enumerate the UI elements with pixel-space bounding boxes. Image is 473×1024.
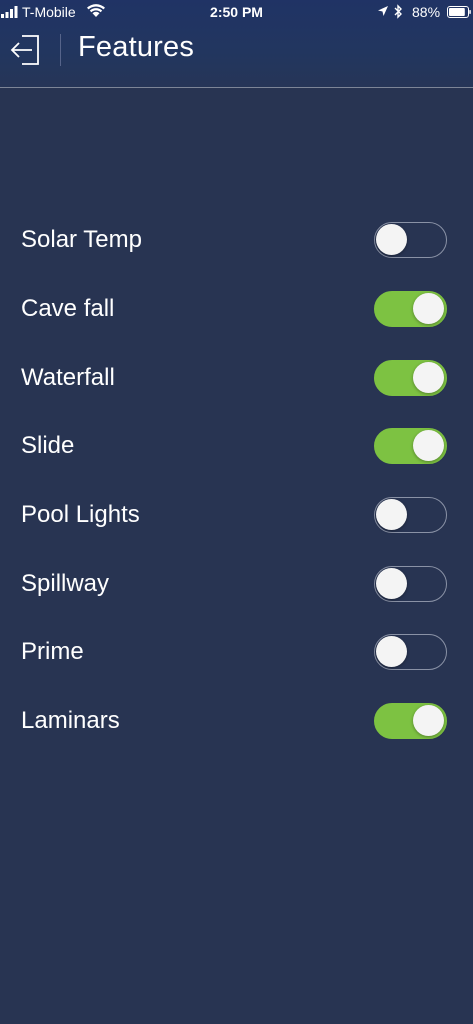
feature-row: Pool Lights <box>0 481 473 550</box>
toggle-knob <box>376 636 407 668</box>
feature-row: Slide <box>0 412 473 481</box>
page-title: Features <box>78 31 195 63</box>
feature-row: Laminars <box>0 687 473 756</box>
toggle-knob <box>376 224 407 256</box>
feature-label: Pool Lights <box>21 501 140 529</box>
battery-icon <box>447 6 471 18</box>
feature-label: Spillway <box>21 569 110 597</box>
feature-toggle[interactable] <box>374 359 447 396</box>
feature-toggle[interactable] <box>374 497 447 534</box>
feature-label: Slide <box>21 432 75 460</box>
feature-label: Laminars <box>21 707 120 735</box>
feature-label: Waterfall <box>21 363 115 391</box>
toggle-knob <box>376 499 407 531</box>
toggle-knob <box>413 430 444 462</box>
feature-row: Prime <box>0 618 473 687</box>
feature-row: Cave fall <box>0 275 473 344</box>
toggle-knob <box>413 361 444 393</box>
bluetooth-icon <box>394 4 402 19</box>
battery-percent: 88% <box>412 4 441 20</box>
header-divider <box>60 34 61 66</box>
toggle-knob <box>376 567 407 599</box>
feature-toggle[interactable] <box>374 634 447 671</box>
feature-toggle[interactable] <box>374 565 447 602</box>
exit-arrow-icon <box>10 35 39 65</box>
status-bar: T-Mobile 2:50 PM 88% <box>0 0 473 24</box>
feature-row: Solar Temp <box>0 206 473 275</box>
feature-label: Solar Temp <box>21 226 142 254</box>
toggle-knob <box>413 705 444 737</box>
feature-label: Prime <box>21 638 84 666</box>
features-list: Solar Temp Cave fall Waterfall Slide Pool Li… <box>0 206 473 756</box>
feature-toggle[interactable] <box>374 703 447 740</box>
app-header: T-Mobile 2:50 PM 88% Features <box>0 0 473 88</box>
feature-row: Spillway <box>0 549 473 618</box>
feature-toggle[interactable] <box>374 428 447 465</box>
feature-label: Cave fall <box>21 295 115 323</box>
toggle-knob <box>413 293 444 325</box>
location-icon <box>378 6 388 16</box>
feature-toggle[interactable] <box>374 291 447 328</box>
back-button[interactable] <box>8 32 46 68</box>
feature-toggle[interactable] <box>374 222 447 259</box>
feature-row: Waterfall <box>0 343 473 412</box>
